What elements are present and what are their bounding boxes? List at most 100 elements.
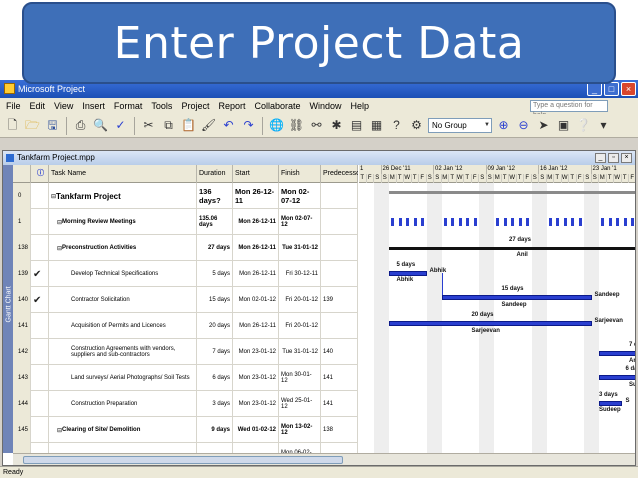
hyperlink-icon[interactable]: 🌐 <box>268 117 285 134</box>
table-row[interactable]: 141 Acquisition of Permits and Licences 20… <box>13 313 358 339</box>
task-bar[interactable] <box>599 401 622 406</box>
header-info-icon[interactable]: ⓘ <box>31 165 49 183</box>
cell-id[interactable]: 144 <box>13 391 31 417</box>
recurring-meeting-tick[interactable] <box>458 218 462 226</box>
cell-pred[interactable] <box>321 183 358 209</box>
zoom-out-icon[interactable]: ⊖ <box>515 117 532 134</box>
doc-restore-button[interactable]: ▫ <box>608 153 619 163</box>
recurring-meeting-tick[interactable] <box>466 218 469 226</box>
copy-icon[interactable]: ⧉ <box>160 117 177 134</box>
cell-check[interactable] <box>31 417 49 443</box>
cell-start[interactable]: Mon 26-12-11 <box>233 209 279 235</box>
recurring-meeting-tick[interactable] <box>518 218 522 226</box>
cell-id[interactable]: 142 <box>13 339 31 365</box>
link-tasks-icon[interactable]: ⛓ <box>288 117 305 134</box>
cell-name[interactable]: Construction Agreements with vendors, su… <box>49 339 197 365</box>
menu-view[interactable]: View <box>54 101 73 111</box>
cell-name[interactable]: Contractor Solicitation <box>49 287 197 313</box>
cell-id[interactable]: 143 <box>13 365 31 391</box>
table-row[interactable]: 140 ✔ Contractor Solicitation 15 days Mon 02… <box>13 287 358 313</box>
recurring-meeting-tick[interactable] <box>511 218 514 226</box>
cell-pred[interactable] <box>321 313 358 339</box>
cell-finish[interactable]: Mon 06-02-12 <box>279 443 321 453</box>
help-icon[interactable]: ❔ <box>575 117 592 134</box>
task-bar[interactable] <box>599 351 635 356</box>
recurring-meeting-tick[interactable] <box>556 218 559 226</box>
recurring-meeting-tick[interactable] <box>398 218 402 226</box>
cell-name[interactable]: Acquisition of Permits and Licences <box>49 313 197 339</box>
scrollbar-thumb[interactable] <box>23 456 343 464</box>
group-by-select[interactable]: No Group <box>428 118 492 133</box>
menu-tools[interactable]: Tools <box>151 101 172 111</box>
maximize-button[interactable]: □ <box>604 82 619 96</box>
cell-id[interactable]: 140 <box>13 287 31 313</box>
cell-id[interactable]: 138 <box>13 235 31 261</box>
summary-bar[interactable] <box>389 247 635 250</box>
toolbar-options-icon[interactable]: ▾ <box>595 117 612 134</box>
print-preview-icon[interactable]: 🔍 <box>92 117 109 134</box>
recurring-meeting-tick[interactable] <box>421 218 424 226</box>
cell-id[interactable]: 145 <box>13 417 31 443</box>
menu-edit[interactable]: Edit <box>30 101 46 111</box>
recurring-meeting-tick[interactable] <box>601 218 604 226</box>
cell-id[interactable]: 139 <box>13 261 31 287</box>
menu-format[interactable]: Format <box>114 101 143 111</box>
cell-duration[interactable]: 9 days <box>197 417 233 443</box>
cell-duration[interactable]: 20 days <box>197 313 233 339</box>
scroll-to-task-icon[interactable]: ➤ <box>535 117 552 134</box>
cell-check[interactable]: ✔ <box>31 261 49 287</box>
horizontal-scrollbar[interactable] <box>13 453 635 465</box>
cell-id[interactable]: 141 <box>13 313 31 339</box>
cell-name[interactable]: ⊟ Clearing of Site/ Demolition <box>49 417 197 443</box>
new-icon[interactable]: 🗋 <box>4 117 21 134</box>
cell-name[interactable]: ⊟ Tankfarm Project <box>49 183 197 209</box>
cell-start[interactable]: Mon 02-01-12 <box>233 287 279 313</box>
cell-pred[interactable] <box>321 235 358 261</box>
cell-duration[interactable]: 7 days <box>197 339 233 365</box>
cell-duration[interactable]: 136 days? <box>197 183 233 209</box>
cell-finish[interactable]: Mon 02-07-12 <box>279 209 321 235</box>
cell-duration[interactable]: 135.06 days <box>197 209 233 235</box>
cell-name[interactable]: Land excavation/ filling <box>49 443 197 453</box>
task-info-icon[interactable]: ▤ <box>348 117 365 134</box>
paste-icon[interactable]: 📋 <box>180 117 197 134</box>
minimize-button[interactable]: _ <box>587 82 602 96</box>
recurring-meeting-tick[interactable] <box>443 218 447 226</box>
recurring-meeting-tick[interactable] <box>623 218 627 226</box>
cell-name[interactable]: ⊟ Morning Review Meetings <box>49 209 197 235</box>
cell-start[interactable]: Mon 26-12-11 <box>233 183 279 209</box>
unlink-tasks-icon[interactable]: ⚯ <box>308 117 325 134</box>
cell-pred[interactable] <box>321 261 358 287</box>
cell-id[interactable]: 146 <box>13 443 31 453</box>
undo-icon[interactable]: ↶ <box>220 117 237 134</box>
table-row[interactable]: 145 ⊟ Clearing of Site/ Demolition 9 days W… <box>13 417 358 443</box>
cell-duration[interactable]: 3 days <box>197 391 233 417</box>
cell-start[interactable]: Wed 01-02-12 <box>233 443 279 453</box>
recurring-meeting-tick[interactable] <box>413 218 417 226</box>
recurring-meeting-tick[interactable] <box>473 218 477 226</box>
cell-finish[interactable]: Fri 20-01-12 <box>279 287 321 313</box>
print-icon[interactable]: ⎙ <box>72 117 89 134</box>
close-button[interactable]: × <box>621 82 636 96</box>
cell-check[interactable] <box>31 313 49 339</box>
recurring-meeting-tick[interactable] <box>571 218 574 226</box>
cell-finish[interactable]: Tue 31-01-12 <box>279 339 321 365</box>
recurring-meeting-tick[interactable] <box>578 218 582 226</box>
cell-pred[interactable]: 138 <box>321 417 358 443</box>
cell-start[interactable]: Mon 23-01-12 <box>233 365 279 391</box>
task-bar[interactable] <box>441 295 592 300</box>
cell-start[interactable]: Mon 26-12-11 <box>233 313 279 339</box>
menu-help[interactable]: Help <box>351 101 370 111</box>
task-bar[interactable] <box>389 321 592 326</box>
doc-close-button[interactable]: × <box>621 153 632 163</box>
cell-finish[interactable]: Mon 30-01-12 <box>279 365 321 391</box>
cell-finish[interactable]: Mon 13-02-12 <box>279 417 321 443</box>
table-row[interactable]: 0 ⊟ Tankfarm Project 136 days? Mon 26-12-11… <box>13 183 358 209</box>
table-row[interactable]: 144 Construction Preparation 3 days Mon 23-… <box>13 391 358 417</box>
cell-check[interactable] <box>31 183 49 209</box>
cell-start[interactable]: Mon 23-01-12 <box>233 391 279 417</box>
save-icon[interactable]: 🖫 <box>44 117 61 134</box>
format-painter-icon[interactable]: 🖌 <box>200 117 217 134</box>
open-icon[interactable]: 🗁 <box>24 117 41 134</box>
header-id[interactable] <box>13 165 31 183</box>
